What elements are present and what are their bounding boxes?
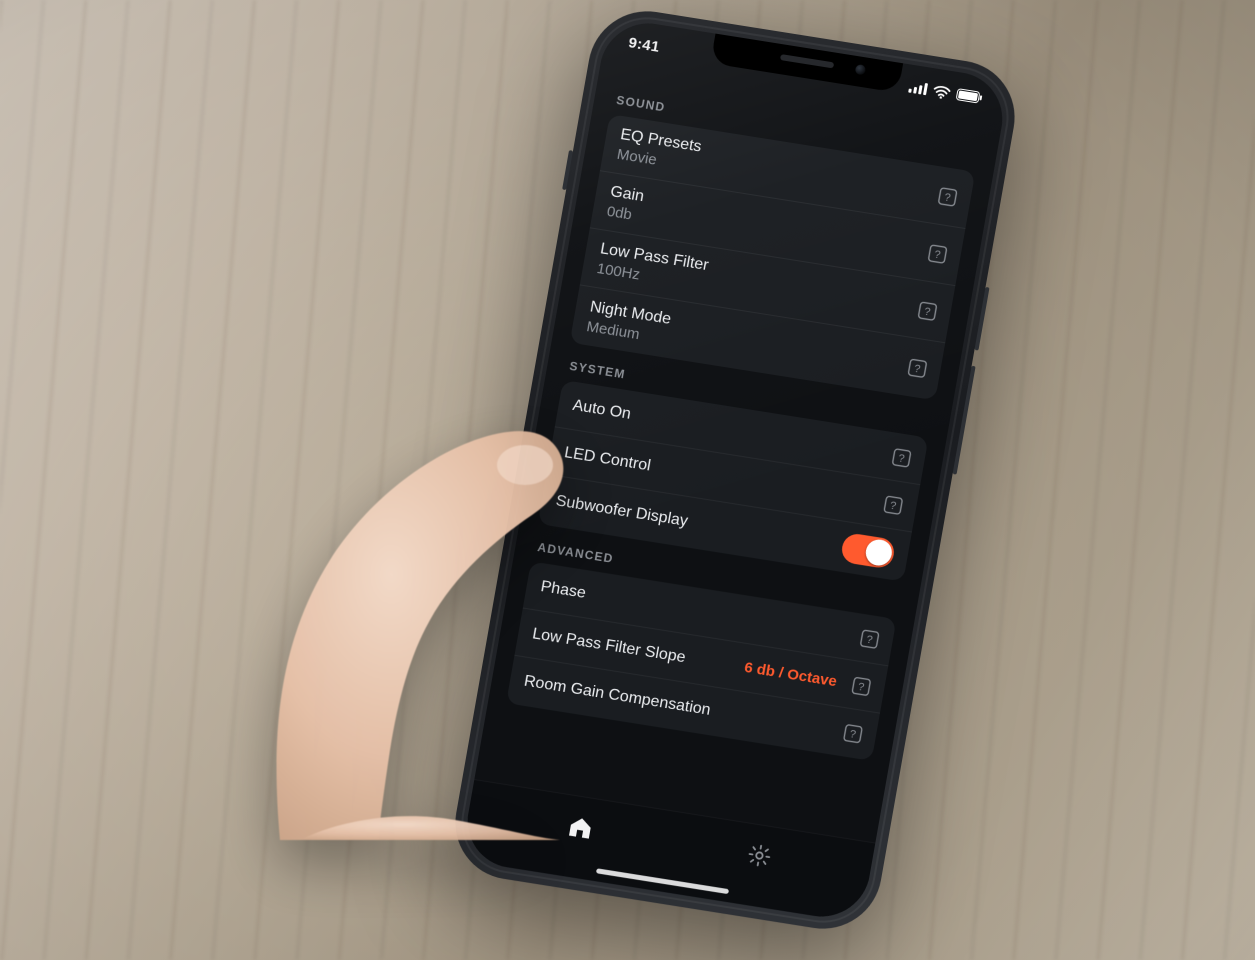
home-indicator[interactable]: [596, 868, 729, 894]
info-icon[interactable]: ?: [917, 300, 938, 321]
info-icon[interactable]: ?: [883, 494, 904, 515]
svg-text:?: ?: [923, 305, 931, 318]
row-label: Auto On: [571, 396, 632, 423]
svg-text:?: ?: [857, 681, 865, 694]
info-icon[interactable]: ?: [859, 628, 880, 649]
row-label: Gain: [609, 183, 646, 206]
front-camera: [855, 64, 867, 75]
row-label: Subwoofer Display: [554, 492, 689, 531]
row-label: LED Control: [563, 444, 652, 475]
info-icon[interactable]: ?: [843, 723, 864, 744]
tab-settings[interactable]: [736, 833, 782, 879]
row-value-inline: 6 db / Octave: [743, 659, 838, 690]
row-label: Low Pass Filter Slope: [531, 625, 687, 667]
row-label: Phase: [539, 578, 587, 603]
svg-text:?: ?: [865, 633, 873, 646]
svg-text:?: ?: [849, 728, 857, 741]
tab-home[interactable]: [557, 804, 603, 850]
battery-icon: [956, 88, 984, 104]
sound-card: EQ Presets Movie ? Gain 0db: [570, 114, 976, 400]
svg-text:?: ?: [897, 452, 905, 465]
cellular-icon: [908, 81, 928, 96]
wifi-icon: [932, 84, 952, 100]
subwoofer-display-toggle[interactable]: [840, 532, 897, 570]
earpiece-speaker: [780, 54, 834, 68]
svg-text:?: ?: [913, 363, 921, 376]
info-icon[interactable]: ?: [927, 243, 948, 264]
row-value: 0db: [606, 203, 642, 225]
svg-text:?: ?: [943, 191, 951, 204]
svg-text:?: ?: [889, 499, 897, 512]
status-time: 9:41: [627, 34, 661, 56]
svg-text:?: ?: [933, 248, 941, 261]
info-icon[interactable]: ?: [937, 186, 958, 207]
info-icon[interactable]: ?: [891, 447, 912, 468]
info-icon[interactable]: ?: [907, 358, 928, 379]
info-icon[interactable]: ?: [851, 676, 872, 697]
